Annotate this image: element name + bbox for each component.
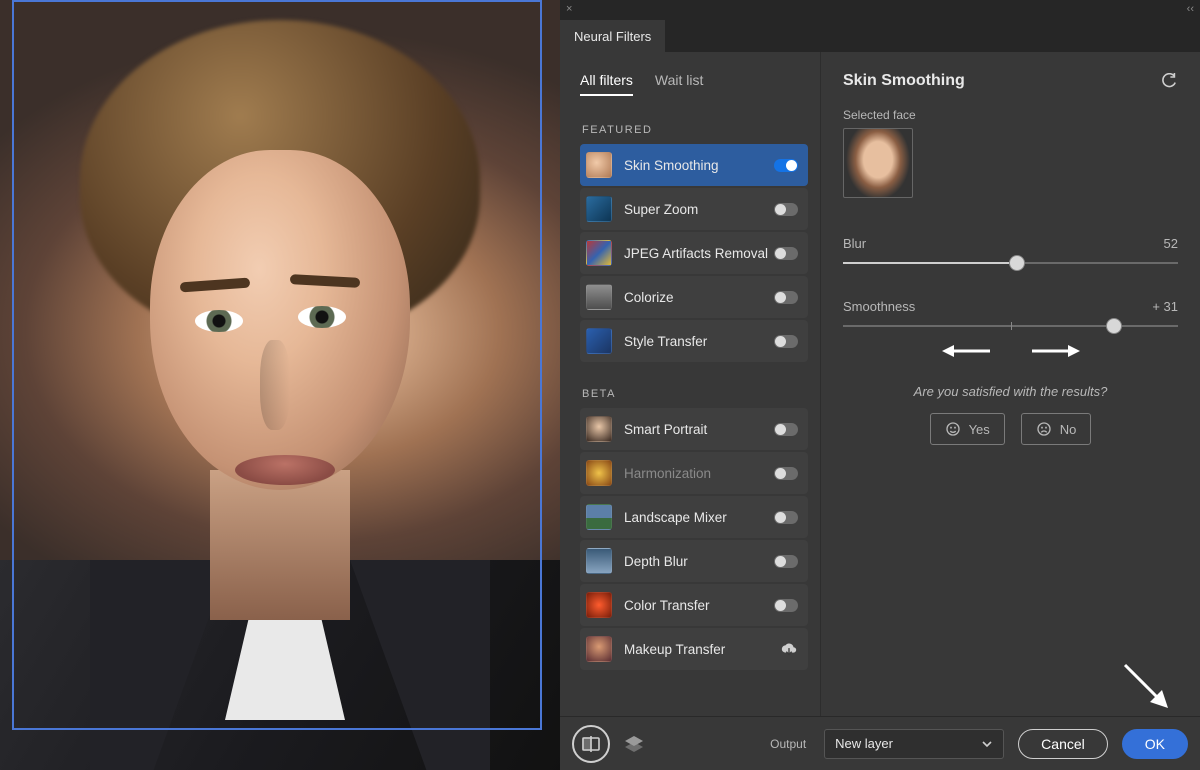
filter-name: Smart Portrait [624, 422, 774, 437]
section-featured-label: FEATURED [582, 124, 808, 136]
feedback-no-label: No [1060, 422, 1077, 437]
before-after-icon [582, 736, 600, 752]
panel-footer: Output New layer Cancel OK [560, 716, 1200, 770]
portrait-eye [298, 306, 346, 328]
blur-value: 52 [1164, 236, 1178, 251]
smile-icon [945, 421, 961, 437]
filter-name: Depth Blur [624, 554, 774, 569]
portrait-mouth [235, 455, 335, 485]
panel-tabrow: Neural Filters [560, 18, 1200, 52]
preview-toggle-button[interactable] [572, 725, 610, 763]
output-label: Output [770, 737, 806, 751]
blur-slider[interactable] [843, 255, 1178, 271]
filter-details-pane: Skin Smoothing Selected face Blur 52 [820, 52, 1200, 716]
filter-item[interactable]: Colorize [580, 276, 808, 318]
smoothness-label: Smoothness [843, 299, 915, 314]
filter-name: Style Transfer [624, 334, 774, 349]
filter-thumbnail [586, 460, 612, 486]
arrow-right-icon [1032, 344, 1080, 358]
filter-name: Super Zoom [624, 202, 774, 217]
filter-thumbnail [586, 548, 612, 574]
filter-item[interactable]: Color Transfer [580, 584, 808, 626]
panel-titlebar: × ‹‹ [560, 0, 1200, 18]
cloud-download-icon[interactable] [780, 642, 798, 656]
filter-name: Skin Smoothing [624, 158, 774, 173]
filter-thumbnail [586, 196, 612, 222]
filter-name: Makeup Transfer [624, 642, 780, 657]
filter-name: Harmonization [624, 466, 774, 481]
blur-label: Blur [843, 236, 866, 251]
filter-toggle[interactable] [774, 555, 798, 568]
output-select[interactable]: New layer [824, 729, 1004, 759]
tab-neural-filters[interactable]: Neural Filters [560, 20, 665, 52]
feedback-yes-label: Yes [969, 422, 990, 437]
filter-toggle[interactable] [774, 467, 798, 480]
filter-name: Landscape Mixer [624, 510, 774, 525]
filter-list-pane: All filters Wait list FEATURED Skin Smoo… [560, 52, 820, 716]
smoothness-slider[interactable] [843, 318, 1178, 334]
cancel-button[interactable]: Cancel [1018, 729, 1108, 759]
filter-name: JPEG Artifacts Removal [624, 246, 774, 261]
filter-thumbnail [586, 284, 612, 310]
selected-face-thumbnail[interactable] [843, 128, 913, 198]
output-select-value: New layer [835, 736, 893, 751]
filter-thumbnail [586, 240, 612, 266]
filter-item[interactable]: Depth Blur [580, 540, 808, 582]
filter-item[interactable]: JPEG Artifacts Removal [580, 232, 808, 274]
filter-item[interactable]: Skin Smoothing [580, 144, 808, 186]
filter-thumbnail [586, 416, 612, 442]
filter-toggle[interactable] [774, 511, 798, 524]
portrait-face [150, 150, 410, 490]
filter-name: Color Transfer [624, 598, 774, 613]
subtab-all-filters[interactable]: All filters [580, 72, 633, 96]
filter-item[interactable]: Harmonization [580, 452, 808, 494]
arrow-left-icon [942, 344, 990, 358]
chevron-down-icon [981, 738, 993, 750]
filter-item[interactable]: Style Transfer [580, 320, 808, 362]
frown-icon [1036, 421, 1052, 437]
close-icon[interactable]: × [566, 3, 572, 15]
smoothness-slider-knob[interactable] [1106, 318, 1122, 334]
reset-icon[interactable] [1158, 73, 1178, 89]
feedback-prompt: Are you satisfied with the results? [843, 384, 1178, 399]
filter-thumbnail [586, 636, 612, 662]
filter-thumbnail [586, 328, 612, 354]
filter-toggle[interactable] [774, 247, 798, 260]
filter-item[interactable]: Landscape Mixer [580, 496, 808, 538]
ok-button[interactable]: OK [1122, 729, 1188, 759]
collapse-icon[interactable]: ‹‹ [1187, 3, 1194, 15]
filter-toggle[interactable] [774, 203, 798, 216]
section-beta-label: BETA [582, 388, 808, 400]
feedback-yes-button[interactable]: Yes [930, 413, 1005, 445]
filter-item[interactable]: Makeup Transfer [580, 628, 808, 670]
portrait-nose [260, 340, 290, 430]
filter-toggle[interactable] [774, 291, 798, 304]
filter-item[interactable]: Smart Portrait [580, 408, 808, 450]
smoothness-value: + 31 [1152, 299, 1178, 314]
filter-thumbnail [586, 504, 612, 530]
filter-toggle[interactable] [774, 423, 798, 436]
subtab-wait-list[interactable]: Wait list [655, 72, 703, 96]
filter-toggle[interactable] [774, 599, 798, 612]
filter-toggle[interactable] [774, 335, 798, 348]
portrait-neck [210, 470, 350, 620]
details-title: Skin Smoothing [843, 72, 1158, 90]
feedback-no-button[interactable]: No [1021, 413, 1092, 445]
portrait-eye [195, 310, 243, 332]
filter-name: Colorize [624, 290, 774, 305]
filter-thumbnail [586, 592, 612, 618]
neural-filters-panel: × ‹‹ Neural Filters All filters Wait lis… [560, 0, 1200, 770]
selected-face-label: Selected face [843, 108, 1178, 122]
filter-thumbnail [586, 152, 612, 178]
filter-item[interactable]: Super Zoom [580, 188, 808, 230]
document-canvas[interactable] [0, 0, 560, 770]
layers-icon[interactable] [624, 735, 644, 753]
filter-toggle[interactable] [774, 159, 798, 172]
blur-slider-knob[interactable] [1009, 255, 1025, 271]
